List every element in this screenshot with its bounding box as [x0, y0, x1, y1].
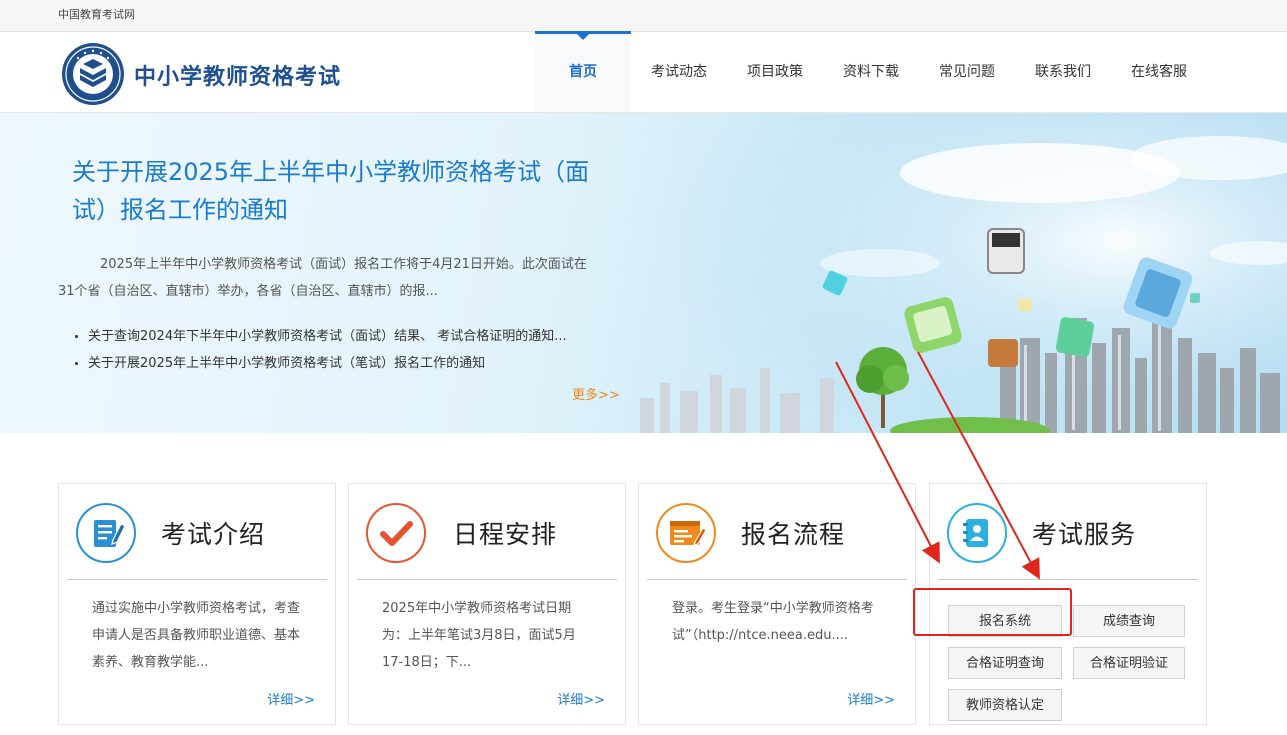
card-summary: 通过实施中小学教师资格考试，考查申请人是否具备教师职业道德、基本素养、教育教学能… — [92, 601, 301, 670]
card-title: 考试介绍 — [161, 520, 266, 549]
news-item[interactable]: 关于查询2024年下半年中小学教师资格考试（面试）结果、 考试合格证明的通知..… — [72, 323, 567, 350]
card-title: 考试服务 — [1032, 520, 1137, 549]
address-book-icon — [947, 503, 1007, 563]
card-schedule: 日程安排 2025年中小学教师资格考试日期为：上半年笔试3月8日，面试5月17-… — [348, 483, 626, 725]
city-illustration — [620, 113, 1287, 433]
card-title: 报名流程 — [741, 520, 846, 549]
card-exam-intro: 考试介绍 通过实施中小学教师资格考试，考查申请人是否具备教师职业道德、基本素养、… — [58, 483, 336, 725]
card-registration-process: 报名流程 登录。考生登录“中小学教师资格考试”（http://ntce.neea… — [638, 483, 916, 725]
news-list: 关于查询2024年下半年中小学教师资格考试（面试）结果、 考试合格证明的通知..… — [72, 323, 567, 377]
divider — [647, 579, 907, 580]
card-header: 考试服务 — [930, 484, 1206, 578]
site-title: 中小学教师资格考试 — [134, 65, 342, 90]
card-header: 日程安排 — [349, 484, 625, 578]
score-query-button[interactable]: 成绩查询 — [1073, 605, 1185, 637]
web-form-icon — [656, 503, 716, 563]
document-edit-icon — [76, 503, 136, 563]
nav-policy[interactable]: 项目政策 — [727, 32, 823, 112]
checkmark-icon — [366, 503, 426, 563]
main-nav: 首页 考试动态 项目政策 资料下载 常见问题 联系我们 在线客服 — [535, 31, 1207, 112]
card-header: 报名流程 — [639, 484, 915, 578]
news-banner: 关于开展2025年上半年中小学教师资格考试（面试）报名工作的通知 2025年上半… — [0, 113, 1287, 433]
details-link[interactable]: 详细>> — [267, 689, 315, 708]
header: 中小学教师资格考试 首页 考试动态 项目政策 资料下载 常见问题 联系我们 在线… — [0, 31, 1287, 113]
card-header: 考试介绍 — [59, 484, 335, 578]
card-summary: 登录。考生登录“中小学教师资格考试”（http://ntce.neea.edu.… — [672, 601, 874, 643]
nav-online-service[interactable]: 在线客服 — [1111, 32, 1207, 112]
site-name-link[interactable]: 中国教育考试网 — [58, 6, 135, 22]
divider — [357, 579, 617, 580]
details-link[interactable]: 详细>> — [847, 689, 895, 708]
details-link[interactable]: 详细>> — [557, 689, 605, 708]
nav-downloads[interactable]: 资料下载 — [823, 32, 919, 112]
certificate-verify-button[interactable]: 合格证明验证 — [1073, 647, 1185, 679]
nav-exam-news[interactable]: 考试动态 — [631, 32, 727, 112]
certificate-query-button[interactable]: 合格证明查询 — [948, 647, 1062, 679]
card-title: 日程安排 — [453, 520, 558, 549]
nav-faq[interactable]: 常见问题 — [919, 32, 1015, 112]
exam-emblem-icon — [62, 43, 124, 105]
featured-news-summary: 2025年上半年中小学教师资格考试（面试）报名工作将于4月21日开始。此次面试在… — [58, 257, 587, 299]
registration-system-button[interactable]: 报名系统 — [948, 605, 1062, 637]
nav-home[interactable]: 首页 — [535, 31, 631, 112]
featured-news-title[interactable]: 关于开展2025年上半年中小学教师资格考试（面试）报名工作的通知 — [72, 153, 602, 229]
divider — [938, 579, 1198, 580]
divider — [67, 579, 327, 580]
card-summary: 2025年中小学教师资格考试日期为：上半年笔试3月8日，面试5月17-18日；下… — [382, 601, 576, 670]
top-bar: 中国教育考试网 — [0, 0, 1287, 32]
nav-contact[interactable]: 联系我们 — [1015, 32, 1111, 112]
teacher-qualification-button[interactable]: 教师资格认定 — [948, 689, 1062, 721]
more-news-link[interactable]: 更多>> — [572, 384, 620, 403]
news-item[interactable]: 关于开展2025年上半年中小学教师资格考试（笔试）报名工作的通知 — [72, 350, 567, 377]
